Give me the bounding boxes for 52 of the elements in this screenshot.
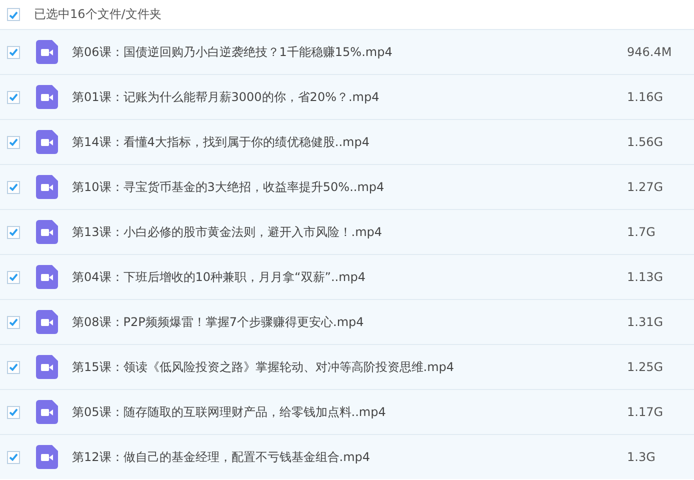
file-size: 1.3G <box>627 450 656 464</box>
file-checkbox[interactable] <box>7 226 20 238</box>
file-name: 第01课：记账为什么能帮月薪3000的你，省20%？.mp4 <box>72 88 380 106</box>
file-name: 第08课：P2P频频爆雷！掌握7个步骤赚得更安心.mp4 <box>72 314 365 330</box>
video-file-icon <box>36 400 58 424</box>
file-name: 第15课：领读《低风险投资之路》掌握轮动、对冲等高阶投资思维.mp4 <box>72 358 456 376</box>
file-checkbox[interactable] <box>7 46 20 58</box>
video-file-icon <box>36 220 58 244</box>
file-name: 第10课：寻宝货币基金的3大绝招，收益率提升50%..mp4 <box>72 178 386 196</box>
file-size: 1.13G <box>627 270 664 284</box>
file-row[interactable]: 第10课：寻宝货币基金的3大绝招，收益率提升50%..mp4 1.27G <box>0 164 694 209</box>
file-name: 第13课：小白必修的股市黄金法则，避开入市风险！.mp4 <box>72 224 384 240</box>
file-row[interactable]: 第04课：下班后增收的10种兼职，月月拿“双薪”..mp4 1.13G <box>0 254 694 299</box>
video-file-icon <box>36 445 58 469</box>
selection-count: 已选中16个文件/文件夹 <box>34 6 162 23</box>
file-size: 1.31G <box>627 315 664 329</box>
file-checkbox[interactable] <box>7 270 20 284</box>
select-all-checkbox[interactable] <box>7 8 20 21</box>
file-size: 1.7G <box>627 225 656 239</box>
video-file-icon <box>36 40 58 64</box>
file-size: 1.25G <box>627 360 664 374</box>
file-row[interactable]: 第13课：小白必修的股市黄金法则，避开入市风险！.mp4 1.7G <box>0 209 694 254</box>
file-name: 第12课：做自己的基金经理，配置不亏钱基金组合.mp4 <box>72 448 372 466</box>
file-checkbox[interactable] <box>7 136 20 148</box>
file-size: 1.27G <box>627 180 664 194</box>
file-name: 第05课：随存随取的互联网理财产品，给零钱加点料..mp4 <box>72 404 387 420</box>
file-size: 1.17G <box>627 405 664 419</box>
video-file-icon <box>36 85 58 109</box>
file-row[interactable]: 第06课：国债逆回购乃小白逆袭绝技？1千能稳赚15%.mp4 946.4M <box>0 29 694 74</box>
file-size: 1.16G <box>627 90 664 104</box>
video-file-icon <box>36 130 58 154</box>
video-file-icon <box>36 310 58 334</box>
file-checkbox[interactable] <box>7 360 20 374</box>
file-checkbox[interactable] <box>7 406 20 418</box>
file-row[interactable]: 第08课：P2P频频爆雷！掌握7个步骤赚得更安心.mp4 1.31G <box>0 299 694 344</box>
file-checkbox[interactable] <box>7 450 20 464</box>
file-checkbox[interactable] <box>7 316 20 328</box>
file-size: 1.56G <box>627 135 664 149</box>
file-row[interactable]: 第14课：看懂4大指标，找到属于你的绩优稳健股..mp4 1.56G <box>0 119 694 164</box>
file-row[interactable]: 第12课：做自己的基金经理，配置不亏钱基金组合.mp4 1.3G <box>0 434 694 479</box>
video-file-icon <box>36 355 58 379</box>
file-row[interactable]: 第05课：随存随取的互联网理财产品，给零钱加点料..mp4 1.17G <box>0 389 694 434</box>
file-row[interactable]: 第15课：领读《低风险投资之路》掌握轮动、对冲等高阶投资思维.mp4 1.25G <box>0 344 694 389</box>
file-name: 第04课：下班后增收的10种兼职，月月拿“双薪”..mp4 <box>72 268 367 286</box>
file-checkbox[interactable] <box>7 180 20 194</box>
file-name: 第14课：看懂4大指标，找到属于你的绩优稳健股..mp4 <box>72 134 370 150</box>
video-file-icon <box>36 175 58 199</box>
video-file-icon <box>36 265 58 289</box>
file-checkbox[interactable] <box>7 90 20 104</box>
file-size: 946.4M <box>627 45 672 59</box>
file-name: 第06课：国债逆回购乃小白逆袭绝技？1千能稳赚15%.mp4 <box>72 44 394 60</box>
file-row[interactable]: 第01课：记账为什么能帮月薪3000的你，省20%？.mp4 1.16G <box>0 74 694 119</box>
